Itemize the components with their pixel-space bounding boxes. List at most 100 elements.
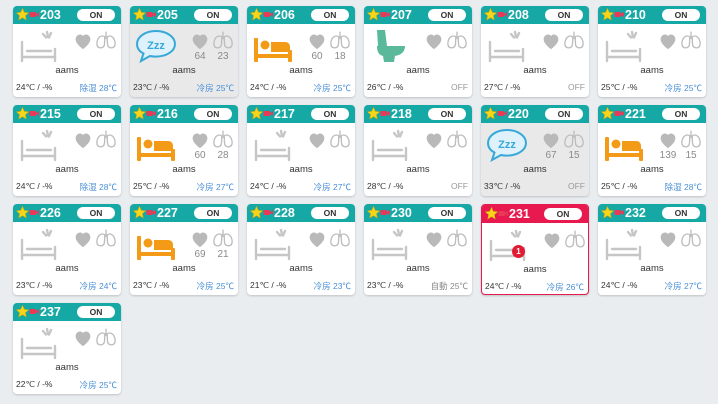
power-toggle[interactable]: ON bbox=[194, 108, 232, 120]
card-header: 231 ON bbox=[482, 205, 588, 223]
bed-empty-icon bbox=[20, 129, 57, 162]
power-toggle[interactable]: ON bbox=[428, 9, 466, 21]
room-card-226[interactable]: 226 ON aams 23℃ / -% 冷房 24℃ bbox=[13, 204, 121, 295]
aircon-mode[interactable]: 冷房 24℃ bbox=[80, 280, 117, 292]
star-icon[interactable] bbox=[15, 304, 30, 319]
heart-icon bbox=[192, 133, 208, 149]
camera-icon[interactable] bbox=[29, 307, 40, 316]
aircon-mode[interactable]: 冷房 27℃ bbox=[314, 181, 351, 193]
aircon-mode[interactable]: OFF bbox=[568, 82, 585, 92]
camera-icon[interactable] bbox=[29, 10, 40, 19]
power-toggle[interactable]: ON bbox=[77, 306, 115, 318]
star-icon[interactable] bbox=[366, 7, 381, 22]
camera-icon[interactable] bbox=[146, 208, 157, 217]
star-icon[interactable] bbox=[600, 205, 615, 220]
star-icon[interactable] bbox=[15, 106, 30, 121]
aircon-mode[interactable]: OFF bbox=[451, 181, 468, 191]
aircon-mode[interactable]: 冷房 25℃ bbox=[665, 82, 702, 94]
camera-icon[interactable] bbox=[498, 209, 509, 218]
star-icon[interactable] bbox=[366, 106, 381, 121]
camera-icon[interactable] bbox=[146, 10, 157, 19]
room-card-232[interactable]: 232 ON aams 24℃ / -% 冷房 27℃ bbox=[598, 204, 706, 295]
star-icon[interactable] bbox=[249, 7, 264, 22]
room-card-207[interactable]: 207 ON aams 26℃ / -% OFF bbox=[364, 6, 472, 97]
room-card-221[interactable]: 221 ON 139 15 aams 25℃ / -% 除湿 28℃ bbox=[598, 105, 706, 196]
camera-icon[interactable] bbox=[614, 208, 625, 217]
star-icon[interactable] bbox=[15, 7, 30, 22]
star-icon[interactable] bbox=[132, 106, 147, 121]
aircon-mode[interactable]: 冷房 27℃ bbox=[197, 181, 234, 193]
power-toggle[interactable]: ON bbox=[662, 9, 700, 21]
star-icon[interactable] bbox=[366, 205, 381, 220]
camera-icon[interactable] bbox=[29, 109, 40, 118]
aircon-mode[interactable]: OFF bbox=[568, 181, 585, 191]
room-card-208[interactable]: 208 ON aams 27℃ / -% OFF bbox=[481, 6, 589, 97]
star-icon[interactable] bbox=[132, 205, 147, 220]
aircon-mode[interactable]: 除湿 28℃ bbox=[665, 181, 702, 193]
aircon-mode[interactable]: 除湿 28℃ bbox=[80, 181, 117, 193]
power-toggle[interactable]: ON bbox=[428, 108, 466, 120]
alert-badge[interactable]: 1 bbox=[512, 245, 525, 258]
room-card-228[interactable]: 228 ON aams 21℃ / -% 冷房 23℃ bbox=[247, 204, 355, 295]
camera-icon[interactable] bbox=[614, 10, 625, 19]
aircon-mode[interactable]: 自動 25℃ bbox=[431, 280, 468, 292]
camera-icon[interactable] bbox=[614, 109, 625, 118]
star-icon[interactable] bbox=[600, 106, 615, 121]
power-toggle[interactable]: ON bbox=[311, 207, 349, 219]
room-card-237[interactable]: 237 ON aams 22℃ / -% 冷房 25℃ bbox=[13, 303, 121, 394]
power-toggle[interactable]: ON bbox=[544, 208, 582, 220]
aircon-mode[interactable]: 冷房 25℃ bbox=[80, 379, 117, 391]
aircon-mode[interactable]: 冷房 27℃ bbox=[665, 280, 702, 292]
camera-icon[interactable] bbox=[380, 109, 391, 118]
aircon-mode[interactable]: 冷房 26℃ bbox=[547, 281, 584, 293]
room-card-215[interactable]: 215 ON aams 24℃ / -% 除湿 28℃ bbox=[13, 105, 121, 196]
camera-icon[interactable] bbox=[263, 10, 274, 19]
room-card-220[interactable]: 220 ON Zzz 67 15 aams 33℃ / -% OFF bbox=[481, 105, 589, 196]
camera-icon[interactable] bbox=[29, 208, 40, 217]
aircon-mode[interactable]: OFF bbox=[451, 82, 468, 92]
power-toggle[interactable]: ON bbox=[662, 108, 700, 120]
star-icon[interactable] bbox=[483, 106, 498, 121]
aircon-mode[interactable]: 冷房 23℃ bbox=[314, 280, 351, 292]
power-toggle[interactable]: ON bbox=[428, 207, 466, 219]
camera-icon[interactable] bbox=[146, 109, 157, 118]
power-toggle[interactable]: ON bbox=[311, 108, 349, 120]
camera-icon[interactable] bbox=[380, 10, 391, 19]
star-icon[interactable] bbox=[600, 7, 615, 22]
aircon-mode[interactable]: 冷房 25℃ bbox=[197, 280, 234, 292]
star-icon[interactable] bbox=[483, 7, 498, 22]
room-card-216[interactable]: 216 ON 60 28 aams 25℃ / -% 冷房 27℃ bbox=[130, 105, 238, 196]
power-toggle[interactable]: ON bbox=[77, 108, 115, 120]
power-toggle[interactable]: ON bbox=[662, 207, 700, 219]
room-card-203[interactable]: 203 ON aams 24℃ / -% 除湿 28℃ bbox=[13, 6, 121, 97]
power-toggle[interactable]: ON bbox=[194, 9, 232, 21]
power-toggle[interactable]: ON bbox=[77, 9, 115, 21]
power-toggle[interactable]: ON bbox=[545, 9, 583, 21]
camera-icon[interactable] bbox=[497, 10, 508, 19]
power-toggle[interactable]: ON bbox=[77, 207, 115, 219]
room-card-205[interactable]: 205 ON Zzz 64 23 aams 23℃ / -% 冷房 25℃ bbox=[130, 6, 238, 97]
star-icon[interactable] bbox=[249, 106, 264, 121]
room-card-217[interactable]: 217 ON aams 24℃ / -% 冷房 27℃ bbox=[247, 105, 355, 196]
aircon-mode[interactable]: 冷房 25℃ bbox=[314, 82, 351, 94]
power-toggle[interactable]: ON bbox=[545, 108, 583, 120]
power-toggle[interactable]: ON bbox=[311, 9, 349, 21]
room-card-231[interactable]: 231 ON aams 24℃ / -% 冷房 26℃ 1 bbox=[481, 204, 589, 295]
star-icon[interactable] bbox=[484, 206, 499, 221]
star-icon[interactable] bbox=[15, 205, 30, 220]
star-icon[interactable] bbox=[249, 205, 264, 220]
aircon-mode[interactable]: 冷房 25℃ bbox=[197, 82, 234, 94]
room-card-210[interactable]: 210 ON aams 25℃ / -% 冷房 25℃ bbox=[598, 6, 706, 97]
camera-icon[interactable] bbox=[497, 109, 508, 118]
star-icon[interactable] bbox=[132, 7, 147, 22]
room-number: 226 bbox=[40, 206, 61, 220]
room-card-218[interactable]: 218 ON aams 28℃ / -% OFF bbox=[364, 105, 472, 196]
room-card-230[interactable]: 230 ON aams 23℃ / -% 自動 25℃ bbox=[364, 204, 472, 295]
camera-icon[interactable] bbox=[263, 208, 274, 217]
aircon-mode[interactable]: 除湿 28℃ bbox=[80, 82, 117, 94]
camera-icon[interactable] bbox=[263, 109, 274, 118]
room-card-206[interactable]: 206 ON 60 18 aams 24℃ / -% 冷房 25℃ bbox=[247, 6, 355, 97]
room-card-227[interactable]: 227 ON 69 21 aams 23℃ / -% 冷房 25℃ bbox=[130, 204, 238, 295]
camera-icon[interactable] bbox=[380, 208, 391, 217]
power-toggle[interactable]: ON bbox=[194, 207, 232, 219]
